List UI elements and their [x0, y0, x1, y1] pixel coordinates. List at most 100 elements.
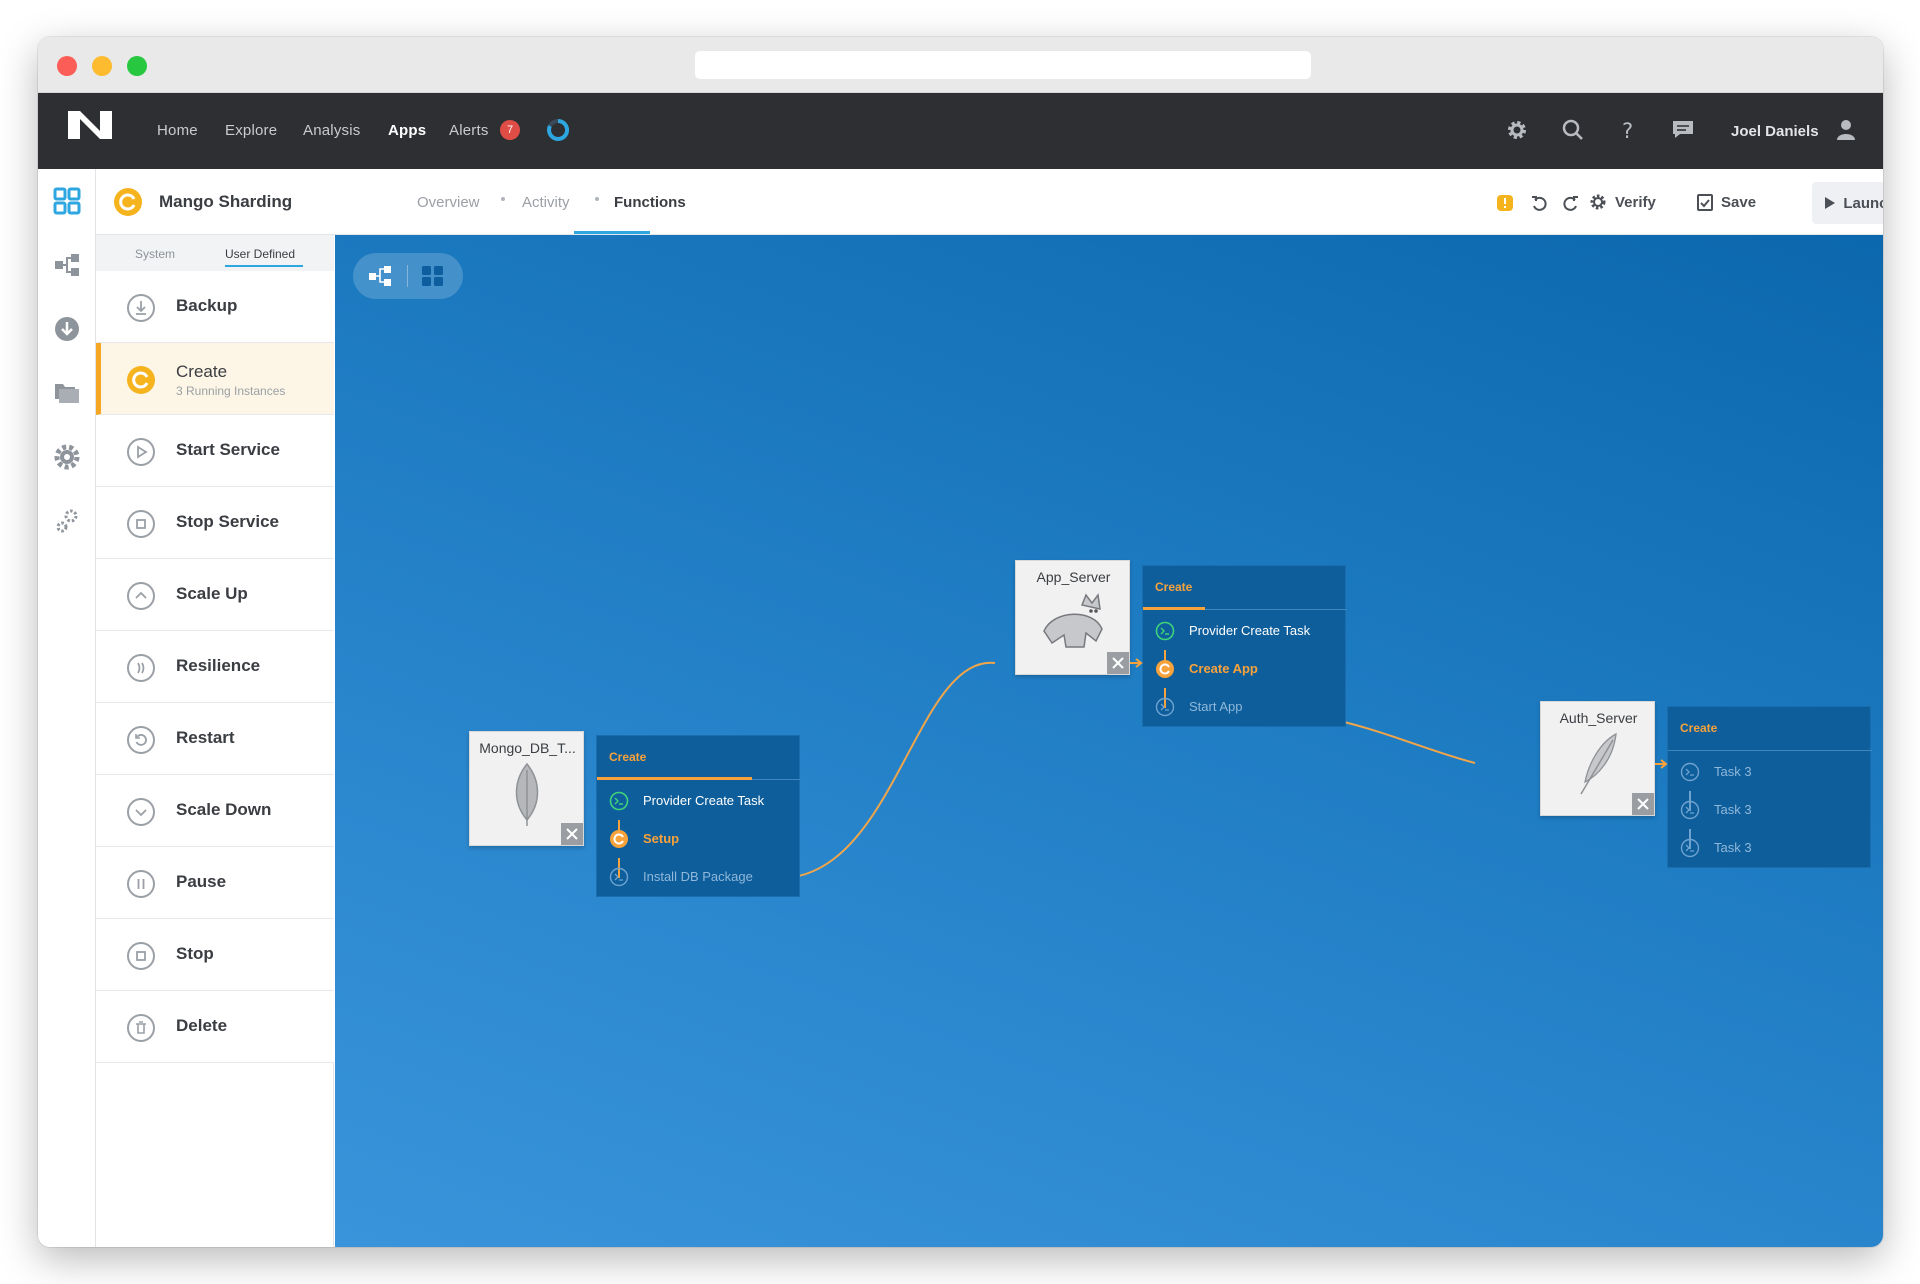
task-pending-icon: [1680, 800, 1700, 820]
function-label: Backup: [176, 296, 238, 315]
settings-gear-icon[interactable]: [1504, 117, 1530, 143]
search-icon[interactable]: [1560, 117, 1586, 143]
launch-button[interactable]: Launch: [1812, 182, 1883, 224]
task-pending-icon: [1680, 838, 1700, 858]
service-node-app-server[interactable]: App_Server: [1015, 560, 1130, 675]
function-label: Restart: [176, 728, 235, 747]
stop-icon: [127, 942, 155, 970]
minimize-window-button[interactable]: [92, 56, 112, 76]
active-tab-indicator: [225, 265, 303, 267]
task-label: Setup: [643, 831, 680, 846]
chat-icon[interactable]: [1670, 117, 1696, 143]
arrow-right-icon: [1655, 759, 1668, 769]
task-label: Start App: [1189, 699, 1243, 714]
settings-badge-icon[interactable]: [53, 443, 81, 471]
warning-icon[interactable]: [1496, 194, 1514, 212]
download-icon: [127, 294, 155, 322]
task-row[interactable]: Provider Create Task: [597, 782, 801, 820]
task-row[interactable]: Create App: [1143, 650, 1347, 688]
app-subheader: Mango Sharding Overview Activity Functio…: [96, 169, 1883, 235]
function-item-scale-down[interactable]: Scale Down: [96, 775, 334, 847]
nav-alerts[interactable]: Alerts: [449, 122, 489, 139]
help-icon[interactable]: ?: [1615, 117, 1641, 143]
cogs-icon[interactable]: [53, 507, 81, 535]
task-progress-bar: [597, 777, 752, 780]
close-icon: [566, 828, 578, 840]
task-pending-icon: [1155, 697, 1175, 717]
active-tab-indicator: [574, 231, 650, 234]
address-bar[interactable]: [695, 51, 1311, 79]
tab-activity[interactable]: Activity: [522, 194, 570, 211]
function-label: Scale Down: [176, 800, 272, 819]
dashboard-icon[interactable]: [53, 187, 81, 215]
task-row[interactable]: Provider Create Task: [1143, 612, 1347, 650]
close-window-button[interactable]: [57, 56, 77, 76]
left-rail: [38, 169, 96, 1247]
task-row[interactable]: Task 3: [1668, 829, 1872, 867]
save-button[interactable]: Save: [1697, 189, 1756, 215]
function-item-pause[interactable]: Pause: [96, 847, 334, 919]
task-row[interactable]: Setup: [597, 820, 801, 858]
function-item-backup[interactable]: Backup: [96, 271, 334, 343]
service-node-mongo[interactable]: Mongo_DB_T...: [469, 731, 584, 846]
node-title: App_Server: [1036, 569, 1111, 585]
function-label: Scale Up: [176, 584, 248, 603]
function-sublabel: 3 Running Instances: [176, 384, 286, 398]
task-row[interactable]: Start App: [1143, 688, 1347, 726]
verify-button[interactable]: Verify: [1589, 189, 1656, 215]
app-logo-icon[interactable]: [66, 109, 114, 141]
task-running-icon: [610, 830, 628, 848]
task-card-header: Create: [597, 736, 801, 780]
task-row[interactable]: Task 3: [1668, 791, 1872, 829]
remove-node-button[interactable]: [1107, 652, 1129, 674]
service-node-auth-server[interactable]: Auth_Server: [1540, 701, 1655, 816]
nav-explore[interactable]: Explore: [225, 122, 277, 139]
tab-overview[interactable]: Overview: [417, 194, 480, 211]
function-item-restart[interactable]: Restart: [96, 703, 334, 775]
download-circle-icon[interactable]: [53, 315, 81, 343]
task-label: Provider Create Task: [643, 793, 765, 808]
arrow-right-icon: [1130, 658, 1143, 668]
nav-apps[interactable]: Apps: [388, 122, 426, 139]
function-item-resilience[interactable]: Resilience: [96, 631, 334, 703]
task-label: Task 3: [1714, 802, 1752, 817]
task-complete-icon: [1155, 621, 1175, 641]
task-card-auth-server[interactable]: Create Task 3 Task 3 Task 3: [1667, 706, 1872, 868]
user-avatar-icon[interactable]: [1833, 117, 1859, 143]
restart-icon: [127, 726, 155, 754]
task-label: Create App: [1189, 661, 1258, 676]
folders-icon[interactable]: [53, 379, 81, 407]
undo-icon[interactable]: [1530, 194, 1548, 212]
task-card-mongo[interactable]: Create Provider Create Task Setup Instal…: [596, 735, 801, 897]
clipboard-check-icon: [1697, 194, 1713, 211]
function-label: Start Service: [176, 440, 280, 459]
function-item-stop-service[interactable]: Stop Service: [96, 487, 334, 559]
task-card-title: Create: [1155, 580, 1193, 594]
tab-user-defined[interactable]: User Defined: [225, 247, 295, 261]
redo-icon[interactable]: [1562, 194, 1580, 212]
user-name[interactable]: Joel Daniels: [1731, 123, 1819, 140]
task-card-title: Create: [1680, 721, 1718, 735]
remove-node-button[interactable]: [561, 823, 583, 845]
task-card-app-server[interactable]: Create Provider Create Task Create App S…: [1142, 565, 1347, 727]
function-item-create[interactable]: Create 3 Running Instances: [96, 343, 334, 415]
nav-analysis[interactable]: Analysis: [303, 122, 360, 139]
function-item-start-service[interactable]: Start Service: [96, 415, 334, 487]
tab-functions[interactable]: Functions: [614, 194, 686, 211]
stop-icon: [127, 510, 155, 538]
function-item-stop[interactable]: Stop: [96, 919, 334, 991]
top-nav: Home Explore Analysis Apps Alerts 7 ? Jo…: [38, 93, 1883, 169]
task-running-icon: [1156, 660, 1174, 678]
maximize-window-button[interactable]: [127, 56, 147, 76]
task-pending-icon: [609, 867, 629, 887]
task-row[interactable]: Task 3: [1668, 753, 1872, 791]
remove-node-button[interactable]: [1632, 793, 1654, 815]
workflow-canvas[interactable]: Mongo_DB_T... Create Provider Create Tas…: [335, 235, 1883, 1247]
task-row[interactable]: Install DB Package: [597, 858, 801, 896]
topology-icon[interactable]: [53, 251, 81, 279]
nav-home[interactable]: Home: [157, 122, 198, 139]
trash-icon: [127, 1014, 155, 1042]
tab-system[interactable]: System: [135, 247, 175, 261]
function-item-delete[interactable]: Delete: [96, 991, 334, 1063]
function-item-scale-up[interactable]: Scale Up: [96, 559, 334, 631]
